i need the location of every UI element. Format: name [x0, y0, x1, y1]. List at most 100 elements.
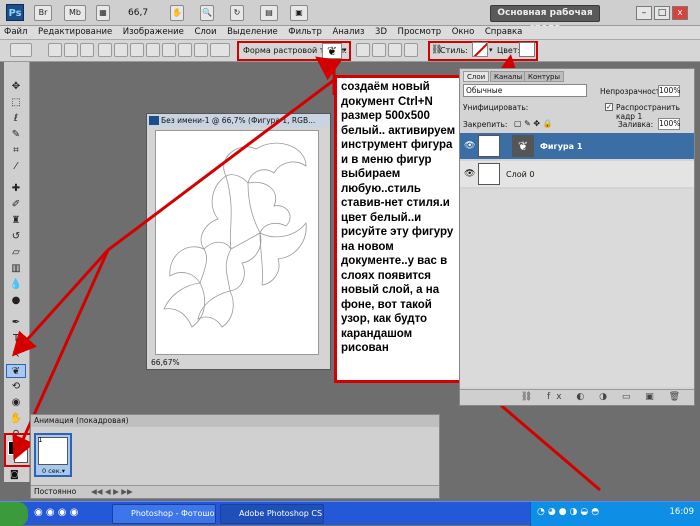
- marquee-tool-icon[interactable]: ⬚: [6, 96, 26, 110]
- layer-name[interactable]: Фигура 1: [540, 142, 582, 151]
- chevron-down-icon[interactable]: ▾: [489, 46, 493, 54]
- playback-buttons[interactable]: ◀◀ ◀ ▶ ▶▶: [91, 487, 133, 496]
- path-select-tool-icon[interactable]: ↖: [6, 348, 26, 362]
- 3d-rotate-tool-icon[interactable]: ⟲: [6, 380, 26, 394]
- app-titlebar: Ps Br Mb ▦ 66,7 ✋ 🔍 ↻ ▤ ▣ Основная рабоч…: [0, 0, 700, 33]
- fill-input[interactable]: 100%: [658, 118, 680, 130]
- menu-help[interactable]: Справка: [481, 26, 526, 39]
- tool-preset-picker[interactable]: [10, 43, 32, 57]
- eraser-tool-icon[interactable]: ▱: [6, 246, 26, 260]
- menu-select[interactable]: Выделение: [223, 26, 282, 39]
- menu-file[interactable]: Файл: [0, 26, 31, 39]
- rectangle-option-icon[interactable]: [130, 43, 144, 57]
- style-swatch-none[interactable]: [472, 42, 488, 57]
- fill-pixels-mode-button[interactable]: [80, 43, 94, 57]
- loop-select[interactable]: Постоянно: [34, 487, 76, 496]
- layer-name[interactable]: Слой 0: [506, 170, 534, 179]
- document-tab[interactable]: Без имени-1 @ 66,7% (Фигура 1, RGB...: [147, 114, 330, 127]
- menu-analysis[interactable]: Анализ: [328, 26, 368, 39]
- lasso-tool-icon[interactable]: ℓ: [6, 112, 26, 126]
- opacity-input[interactable]: 100%: [658, 85, 680, 97]
- ellipse-option-icon[interactable]: [162, 43, 176, 57]
- bridge-button[interactable]: Br: [34, 5, 52, 21]
- zoom-button[interactable]: 🔍: [200, 5, 214, 21]
- polygon-option-icon[interactable]: [178, 43, 192, 57]
- shape-layers-mode-button[interactable]: [48, 43, 62, 57]
- blur-tool-icon[interactable]: 💧: [6, 278, 26, 292]
- subtract-mode-button[interactable]: [388, 43, 402, 57]
- quick-select-tool-icon[interactable]: ✎: [6, 128, 26, 142]
- taskbar-item[interactable]: Adobe Photoshop CS...: [220, 504, 324, 524]
- rotate-view-button[interactable]: ↻: [230, 5, 244, 21]
- propagate-checkbox[interactable]: ✓: [605, 103, 613, 111]
- menu-layers[interactable]: Слои: [190, 26, 220, 39]
- eye-icon[interactable]: 👁: [464, 169, 475, 179]
- freeform-pen-option-icon[interactable]: [114, 43, 128, 57]
- layer-row[interactable]: 👁 Слой 0: [460, 161, 694, 187]
- hand-button[interactable]: ✋: [170, 5, 184, 21]
- intersect-mode-button[interactable]: [404, 43, 418, 57]
- shape-picker-swatch[interactable]: ❦: [322, 43, 342, 59]
- menu-3d[interactable]: 3D: [371, 26, 391, 39]
- quick-mask-icon[interactable]: ◙: [10, 470, 19, 480]
- paths-mode-button[interactable]: [64, 43, 78, 57]
- dodge-tool-icon[interactable]: ●: [6, 294, 26, 308]
- menu-view[interactable]: Просмотр: [394, 26, 446, 39]
- 3d-orbit-tool-icon[interactable]: ◉: [6, 396, 26, 410]
- chevron-down-icon[interactable]: ▾: [343, 46, 347, 54]
- clone-stamp-tool-icon[interactable]: ♜: [6, 214, 26, 228]
- custom-shape-option-icon[interactable]: [210, 43, 230, 57]
- minimize-button[interactable]: –: [636, 6, 652, 20]
- crop-tool-icon[interactable]: ⌗: [6, 144, 26, 158]
- pen-tool-icon[interactable]: ✒: [6, 316, 26, 330]
- menu-filter[interactable]: Фильтр: [284, 26, 326, 39]
- type-tool-icon[interactable]: T: [6, 332, 26, 346]
- background-color-swatch[interactable]: [14, 449, 28, 463]
- zoom-level[interactable]: 66,7: [128, 8, 148, 18]
- layers-footer-icons[interactable]: ⛓ fx ◐ ◑ ▭ ▣ 🗑: [460, 389, 694, 405]
- color-swatch[interactable]: [519, 42, 535, 57]
- rounded-rect-option-icon[interactable]: [146, 43, 160, 57]
- menu-edit[interactable]: Редактирование: [34, 26, 116, 39]
- pen-option-icon[interactable]: [98, 43, 112, 57]
- add-mode-button[interactable]: [372, 43, 386, 57]
- document-zoom-readout[interactable]: 66,67%: [151, 358, 180, 367]
- frame-number: 1: [38, 436, 43, 444]
- mini-bridge-button[interactable]: Mb: [64, 5, 86, 21]
- taskbar-item[interactable]: Photoshop - Фотошо...: [112, 504, 216, 524]
- propagate-label: Распространить кадр 1: [616, 103, 680, 121]
- menu-window[interactable]: Окно: [448, 26, 479, 39]
- brush-tool-icon[interactable]: ✐: [6, 198, 26, 212]
- close-button[interactable]: x: [672, 6, 688, 20]
- line-option-icon[interactable]: [194, 43, 208, 57]
- eyedropper-tool-icon[interactable]: ⁄: [6, 160, 26, 174]
- tab-layers[interactable]: Слои: [463, 71, 490, 82]
- lock-icons[interactable]: ▢ ✎ ✥ 🔒: [514, 119, 553, 128]
- hand-tool-icon[interactable]: ✋: [6, 412, 26, 426]
- workspace-switcher[interactable]: Основная рабочая среда: [490, 5, 600, 33]
- blend-mode-select[interactable]: Обычные: [463, 84, 587, 97]
- healing-tool-icon[interactable]: ✚: [6, 182, 26, 196]
- tab-channels[interactable]: Каналы: [490, 71, 527, 82]
- custom-shape-tool-icon[interactable]: ❦: [6, 364, 26, 378]
- animation-frame[interactable]: 1 0 сек.▾: [34, 433, 72, 477]
- history-brush-tool-icon[interactable]: ↺: [6, 230, 26, 244]
- document-canvas[interactable]: [155, 130, 319, 355]
- move-tool-icon[interactable]: ✥: [6, 80, 26, 94]
- view-extras-button[interactable]: ▦: [96, 5, 110, 21]
- tab-paths[interactable]: Контуры: [524, 71, 565, 82]
- frame-delay-select[interactable]: 0 сек.▾: [42, 467, 65, 475]
- maximize-button[interactable]: □: [654, 6, 670, 20]
- new-layer-mode-button[interactable]: [356, 43, 370, 57]
- start-button[interactable]: [0, 502, 28, 526]
- quick-launch-icons[interactable]: ◉ ◉ ◉ ◉: [34, 507, 78, 518]
- arrange-documents-button[interactable]: ▤: [260, 5, 278, 21]
- menu-image[interactable]: Изображение: [119, 26, 188, 39]
- gradient-tool-icon[interactable]: ▥: [6, 262, 26, 276]
- tray-icons[interactable]: ◔◕●◑◒◓: [537, 507, 602, 517]
- screen-mode-button[interactable]: ▣: [290, 5, 308, 21]
- layer-row[interactable]: 👁 ❦ Фигура 1: [460, 133, 694, 159]
- animation-panel-title[interactable]: Анимация (покадровая): [31, 415, 439, 427]
- document-window: Без имени-1 @ 66,7% (Фигура 1, RGB... 66…: [146, 113, 331, 370]
- eye-icon[interactable]: 👁: [464, 141, 475, 151]
